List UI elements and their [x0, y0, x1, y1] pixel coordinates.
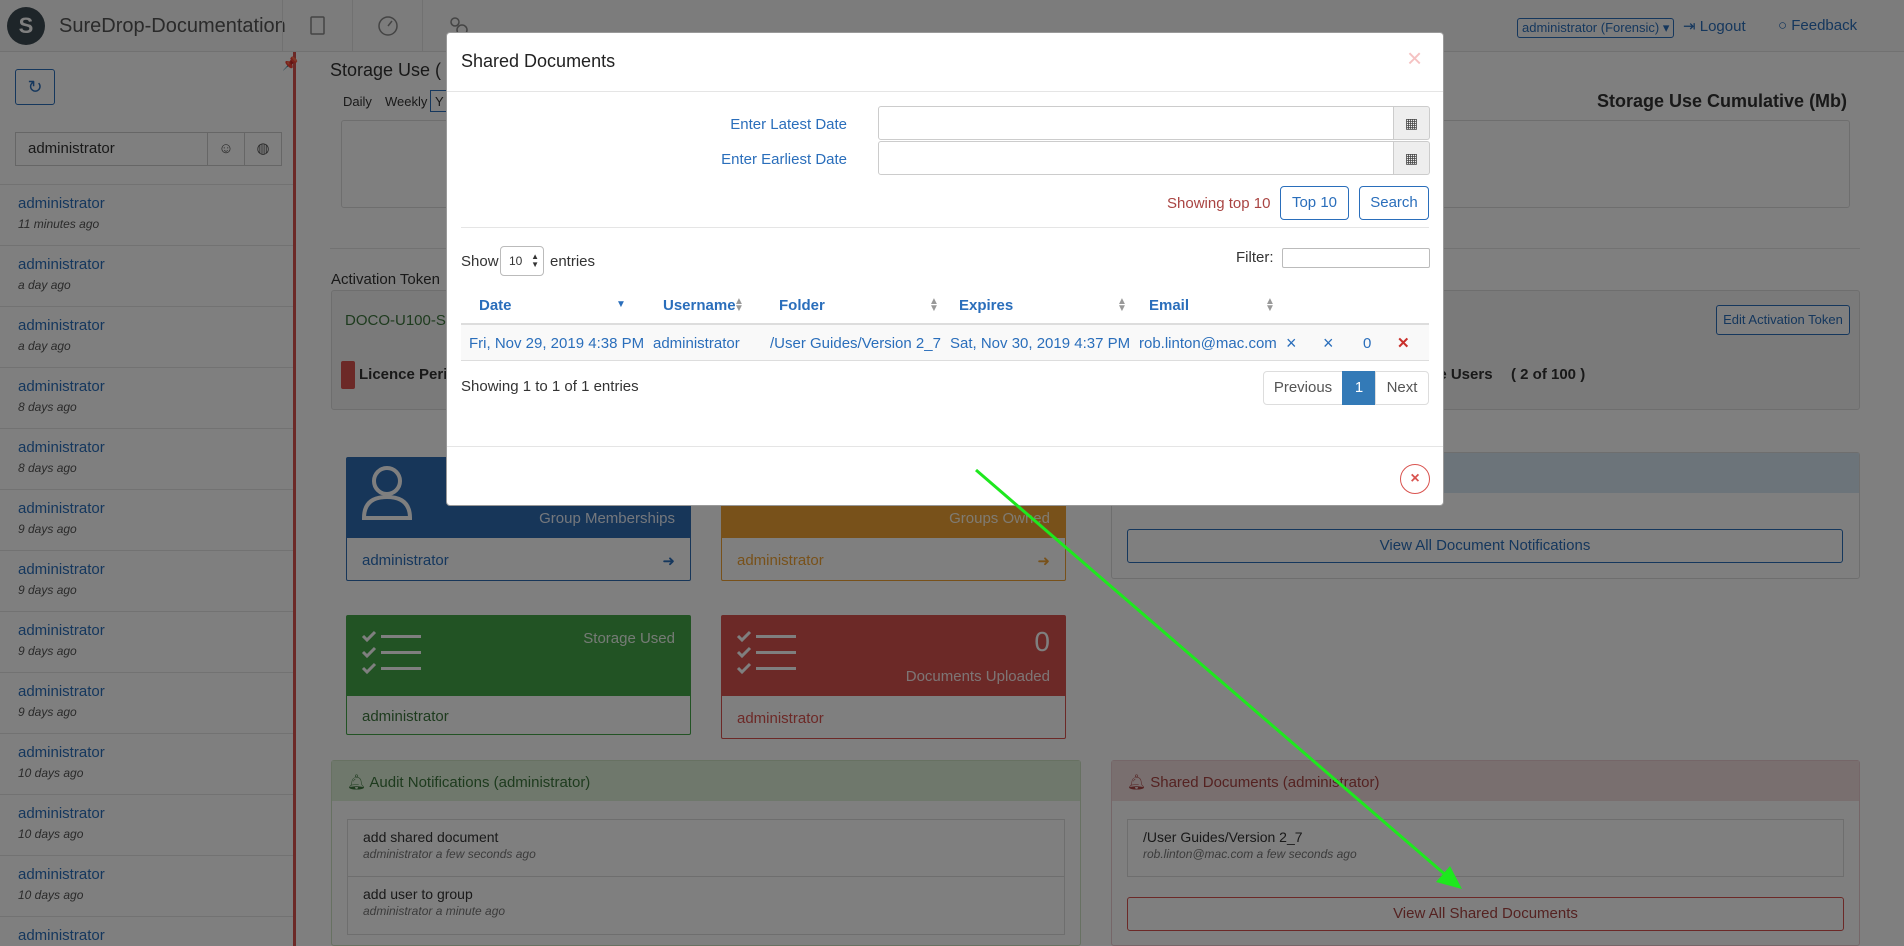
annotation-arrow: [975, 468, 1462, 889]
